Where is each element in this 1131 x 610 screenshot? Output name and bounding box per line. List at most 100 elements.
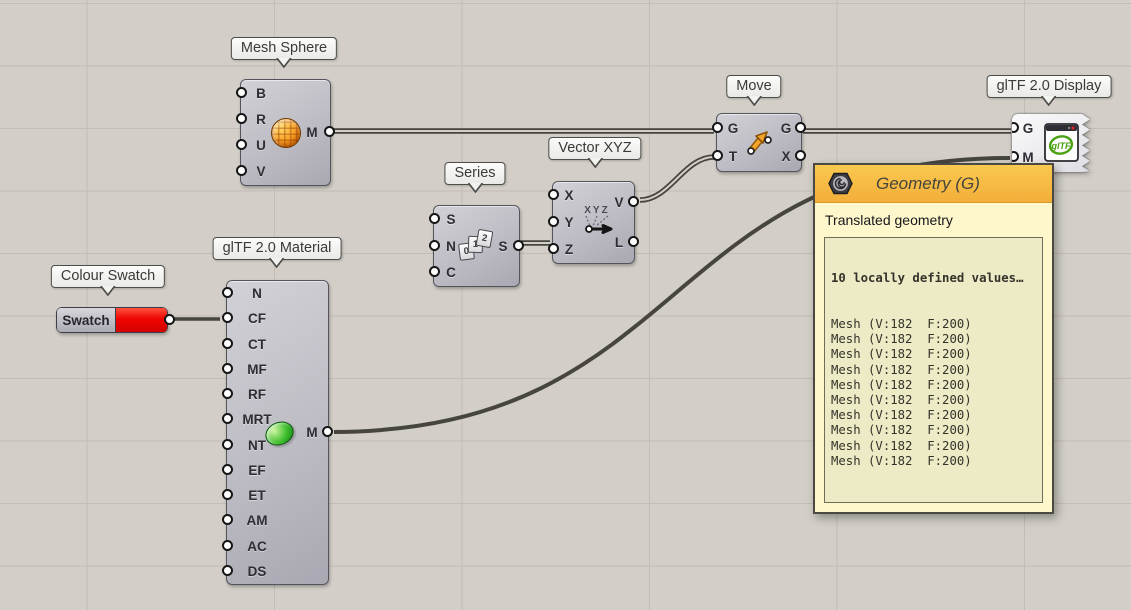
nameplate-pointer [466, 183, 484, 193]
gltf-window-icon: glTF [1044, 123, 1080, 168]
nameplate-pointer [275, 58, 293, 68]
component-gltf-material[interactable]: N CF CT MF RF MRT NT EF [226, 280, 329, 585]
nameplate-series: Series [444, 162, 505, 185]
output-params: G X [775, 114, 797, 171]
input-pin[interactable] [222, 439, 233, 450]
component-series[interactable]: S N C 0 1 2 S [433, 205, 520, 287]
param-label: G [775, 121, 797, 136]
svg-text:XYZ: XYZ [584, 205, 609, 216]
input-pin[interactable] [222, 363, 233, 374]
input-param: EF [231, 458, 283, 483]
input-param: AM [231, 508, 283, 533]
param-label: C [438, 265, 464, 280]
nameplate-colour-swatch: Colour Swatch [51, 265, 165, 288]
nameplate-label: glTF 2.0 Display [997, 78, 1102, 94]
value-row: Mesh (V:182 F:200) [831, 378, 1036, 393]
input-param: N [231, 281, 283, 306]
component-colour-swatch[interactable]: Swatch [56, 307, 168, 333]
param-label: S [491, 239, 515, 254]
value-row: Mesh (V:182 F:200) [831, 439, 1036, 454]
input-param: AC [231, 534, 283, 559]
output-param: M [300, 281, 324, 584]
gltf-logo-text: glTF [1051, 141, 1071, 151]
input-pin[interactable] [222, 565, 233, 576]
param-label: CT [231, 337, 283, 352]
component-mesh-sphere[interactable]: B R U V M [240, 79, 331, 186]
value-row: Mesh (V:182 F:200) [831, 393, 1036, 408]
input-pin[interactable] [222, 540, 233, 551]
parameter-tooltip: Geometry (G) Translated geometry 10 loca… [813, 163, 1054, 514]
input-pin[interactable] [712, 122, 723, 133]
param-label: AC [231, 539, 283, 554]
input-param: G [1017, 114, 1039, 143]
input-param: V [245, 159, 277, 185]
component-vector-xyz[interactable]: X Y Z XYZ V L [552, 181, 635, 264]
output-param: S [491, 206, 515, 286]
input-param: ET [231, 483, 283, 508]
component-move[interactable]: G T G X [716, 113, 802, 172]
value-list-header: 10 locally defined values… [831, 271, 1036, 286]
input-pin[interactable] [548, 189, 559, 200]
output-params: S [491, 206, 515, 286]
output-param: X [775, 143, 797, 172]
output-pin[interactable] [628, 196, 639, 207]
nameplate-label: Colour Swatch [61, 268, 155, 284]
nameplate-pointer [586, 158, 604, 168]
nameplate-pointer [99, 286, 117, 296]
nameplate-gltf-material: glTF 2.0 Material [213, 237, 342, 260]
output-params: M [298, 80, 326, 185]
param-label: G [721, 121, 745, 136]
nameplate-label: Vector XYZ [558, 140, 631, 156]
value-row: Mesh (V:182 F:200) [831, 363, 1036, 378]
swatch-color-well[interactable] [116, 308, 167, 332]
vector-xyz-icon: XYZ [577, 200, 617, 245]
param-label: X [775, 149, 797, 164]
input-param: DS [231, 559, 283, 584]
nameplate-pointer [268, 258, 286, 268]
input-pin[interactable] [236, 113, 247, 124]
output-pin[interactable] [164, 314, 175, 325]
param-label: B [245, 86, 277, 101]
nameplate-label: Mesh Sphere [241, 40, 327, 56]
output-pin[interactable] [795, 122, 806, 133]
input-pin[interactable] [548, 216, 559, 227]
param-label: EF [231, 463, 283, 478]
value-rows: Mesh (V:182 F:200)Mesh (V:182 F:200)Mesh… [831, 317, 1036, 469]
value-row: Mesh (V:182 F:200) [831, 454, 1036, 469]
param-label: CF [231, 311, 283, 326]
input-pin[interactable] [548, 243, 559, 254]
input-param: CF [231, 306, 283, 331]
input-pin[interactable] [222, 338, 233, 349]
param-label: G [1017, 121, 1039, 136]
nameplate-label: Series [454, 165, 495, 181]
output-pin[interactable] [513, 240, 524, 251]
nameplate-gltf-display: glTF 2.0 Display [987, 75, 1112, 98]
tooltip-value-list: 10 locally defined values… Mesh (V:182 F… [824, 237, 1043, 503]
input-param: MF [231, 357, 283, 382]
output-pin[interactable] [322, 426, 333, 437]
wire-vector-to-move[interactable] [640, 157, 714, 200]
output-param: M [298, 80, 326, 185]
output-param: G [775, 114, 797, 143]
series-icon: 0 1 2 [458, 230, 492, 260]
input-pin[interactable] [236, 87, 247, 98]
nameplate-pointer [745, 96, 763, 106]
input-param: T [721, 143, 745, 172]
param-label: V [245, 164, 277, 179]
input-param: CT [231, 332, 283, 357]
swatch-grip-label[interactable]: Swatch [57, 308, 116, 332]
input-pin[interactable] [429, 213, 440, 224]
geometry-hexagon-icon [828, 171, 853, 196]
output-pin[interactable] [324, 126, 335, 137]
nameplate-label: Move [736, 78, 771, 94]
param-label: DS [231, 564, 283, 579]
output-params: M [300, 281, 324, 584]
input-pin[interactable] [429, 240, 440, 251]
param-label: S [438, 212, 464, 227]
param-label: AM [231, 513, 283, 528]
input-pin[interactable] [222, 464, 233, 475]
grasshopper-canvas[interactable]: Mesh Sphere Series Vector XYZ Move glTF … [0, 0, 1131, 610]
param-label: N [231, 286, 283, 301]
mesh-sphere-icon [271, 118, 301, 148]
param-label: M [300, 425, 324, 440]
